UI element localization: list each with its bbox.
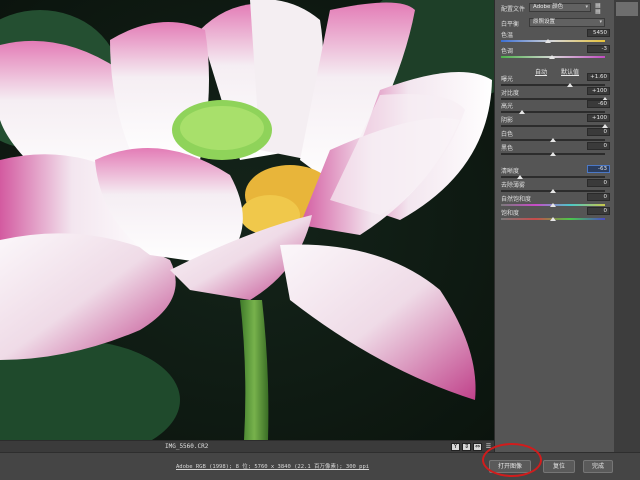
filename-label: IMG_5560.CR2 <box>165 443 209 450</box>
slider-thumb-exposure[interactable] <box>566 83 573 87</box>
slider-value-saturation[interactable]: 0 <box>587 207 610 215</box>
slider-thumb-dehaze[interactable] <box>550 189 556 193</box>
slider-thumb-saturation[interactable] <box>550 217 556 221</box>
slider-value-shadows[interactable]: +100 <box>587 114 610 122</box>
panel-tab-icon[interactable] <box>616 2 638 16</box>
chevron-down-icon: ▾ <box>599 19 602 25</box>
slider-value-exposure[interactable]: +1.60 <box>587 73 610 81</box>
workflow-options-link[interactable]: Adobe RGB (1998); 8 位; 5760 x 3840 (22.1… <box>176 462 369 470</box>
slider-label-temperature: 色温 <box>501 32 514 39</box>
done-button[interactable]: 完成 <box>583 460 613 473</box>
slider-label-contrast: 对比度 <box>501 90 520 97</box>
slider-thumb-highlights[interactable] <box>518 110 525 114</box>
auto-link[interactable]: 自动 <box>535 67 547 76</box>
highlight-circle-annotation <box>482 443 542 477</box>
slider-thumb-clarity[interactable] <box>516 175 523 179</box>
slider-value-clarity[interactable]: -63 <box>587 165 610 173</box>
slider-thumb-temperature[interactable] <box>544 39 551 43</box>
camera-raw-window: IMG_5560.CR2 Y ⇕ ⇔ ☰ 配置文件 Adobe 颜色 ▾ ▦ ▦ … <box>0 0 640 480</box>
view-horizontal-split-button[interactable]: ⇔ <box>473 443 482 451</box>
image-preview[interactable] <box>0 0 494 440</box>
bottom-bar: Adobe RGB (1998); 8 位; 5760 x 3840 (22.1… <box>0 452 640 480</box>
slider-label-exposure: 曝光 <box>501 76 514 83</box>
chevron-down-icon: ▾ <box>585 4 588 10</box>
slider-label-highlights: 高光 <box>501 103 514 110</box>
slider-value-whites[interactable]: 0 <box>587 128 610 136</box>
slider-value-blacks[interactable]: 0 <box>587 142 610 150</box>
grid-icon[interactable]: ▦ ▦ <box>595 3 607 15</box>
slider-value-vibrance[interactable]: 0 <box>587 193 610 201</box>
slider-label-shadows: 阴影 <box>501 117 514 124</box>
slider-label-saturation: 饱和度 <box>501 210 520 217</box>
slider-thumb-tint[interactable] <box>548 55 555 59</box>
slider-thumb-vibrance[interactable] <box>550 203 556 207</box>
slider-thumb-blacks[interactable] <box>550 152 556 156</box>
slider-label-vibrance: 自然饱和度 <box>501 196 532 203</box>
slider-thumb-whites[interactable] <box>550 138 556 142</box>
default-link[interactable]: 默认值 <box>561 67 579 76</box>
filename-bar: IMG_5560.CR2 Y ⇕ ⇔ ☰ <box>0 440 494 452</box>
slider-track-exposure[interactable] <box>501 84 605 86</box>
white-balance-select[interactable]: 原照设置 ▾ <box>529 18 605 27</box>
view-toggle-y-button[interactable]: Y <box>451 443 460 451</box>
profile-select[interactable]: Adobe 颜色 ▾ <box>529 3 591 12</box>
lotus-photo <box>0 0 494 440</box>
slider-track-temperature[interactable] <box>501 40 605 42</box>
slider-value-temperature[interactable]: 5450 <box>587 29 610 37</box>
slider-value-tint[interactable]: -3 <box>587 45 610 53</box>
slider-label-tint: 色调 <box>501 48 514 55</box>
profile-value: Adobe 颜色 <box>533 4 564 10</box>
slider-value-contrast[interactable]: +100 <box>587 87 610 95</box>
slider-value-highlights[interactable]: -60 <box>587 100 610 108</box>
basic-adjustments-panel: 配置文件 Adobe 颜色 ▾ ▦ ▦ 白平衡 原照设置 ▾ 色温 5450 色调 -3… <box>494 0 614 452</box>
profile-label: 配置文件 <box>501 6 526 13</box>
slider-track-shadows[interactable] <box>501 125 605 127</box>
white-balance-value: 原照设置 <box>533 19 556 25</box>
slider-label-clarity: 清晰度 <box>501 168 520 175</box>
panel-sidebar <box>614 0 640 452</box>
slider-value-dehaze[interactable]: 0 <box>587 179 610 187</box>
slider-label-dehaze: 去除薄雾 <box>501 182 526 189</box>
reset-button[interactable]: 复位 <box>543 460 575 473</box>
view-vertical-split-button[interactable]: ⇕ <box>462 443 471 451</box>
slider-track-highlights[interactable] <box>501 111 605 113</box>
slider-label-blacks: 黑色 <box>501 145 514 152</box>
slider-label-whites: 白色 <box>501 131 514 138</box>
white-balance-label: 白平衡 <box>501 21 520 28</box>
